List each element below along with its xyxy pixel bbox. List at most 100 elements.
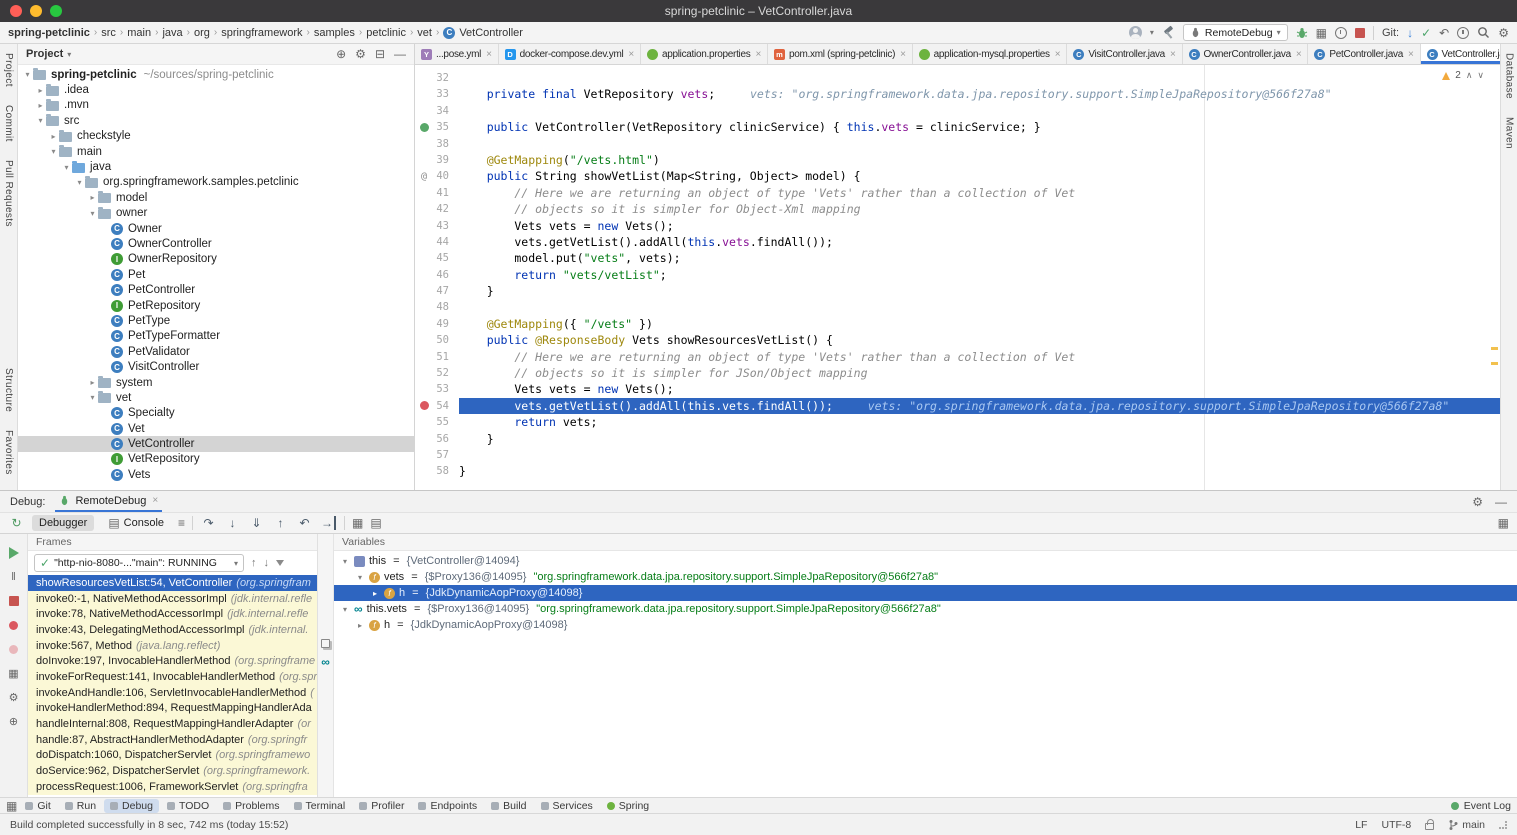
settings-icon[interactable]: ⚙ xyxy=(1498,27,1509,39)
editor-line[interactable]: 52 // objects so it is simpler for JSon/… xyxy=(415,365,1500,381)
project-view-dropdown-icon[interactable]: ▾ xyxy=(67,50,71,59)
debugger-settings-icon[interactable]: ⚙ xyxy=(7,690,21,704)
status-message[interactable]: Build completed successfully in 8 sec, 7… xyxy=(10,819,288,831)
frame-row[interactable]: invoke:567, Method(java.lang.reflect) xyxy=(28,638,317,654)
frame-row[interactable]: invoke:78, NativeMethodAccessorImpl(jdk.… xyxy=(28,606,317,622)
run-configuration-select[interactable]: RemoteDebug ▾ xyxy=(1183,24,1288,41)
stripe-button-pull-requests[interactable]: Pull Requests xyxy=(3,160,14,227)
editor-line[interactable]: 58} xyxy=(415,463,1500,479)
close-icon[interactable]: × xyxy=(1296,49,1302,60)
editor-line[interactable]: 45 model.put("vets", vets); xyxy=(415,250,1500,266)
editor-gutter[interactable]: 54 xyxy=(415,398,459,414)
frame-row[interactable]: invokeHandlerMethod:894, RequestMappingH… xyxy=(28,701,317,717)
coverage-icon[interactable]: ▦ xyxy=(1316,27,1327,39)
mapping-gutter-icon[interactable]: @ xyxy=(421,169,427,185)
editor-gutter[interactable]: 42 xyxy=(415,201,459,217)
breakpoint-icon[interactable] xyxy=(420,401,429,410)
editor-line[interactable]: 57 xyxy=(415,447,1500,463)
profiler-icon[interactable] xyxy=(1335,27,1347,39)
dump-threads-icon[interactable]: ▤ xyxy=(370,517,381,529)
tab-console[interactable]: ▤ Console xyxy=(101,515,171,531)
editor-gutter[interactable]: 39 xyxy=(415,152,459,168)
project-tree-row[interactable]: ▸.idea xyxy=(18,82,414,97)
layout-settings-icon[interactable]: ▦ xyxy=(1498,517,1509,529)
project-tree-row[interactable]: IVetRepository xyxy=(18,452,414,467)
project-tree-row[interactable]: CVisitController xyxy=(18,359,414,374)
debug-session-tab[interactable]: RemoteDebug × xyxy=(55,491,162,512)
resume-program-icon[interactable] xyxy=(7,546,21,560)
project-tree-row[interactable]: CPet xyxy=(18,267,414,282)
project-tree-row[interactable]: ▾src xyxy=(18,113,414,128)
layout-options-icon[interactable]: ≡ xyxy=(178,517,185,529)
avatar-dropdown-icon[interactable]: ▾ xyxy=(1150,28,1154,37)
toolwindow-button-todo[interactable]: TODO xyxy=(161,799,215,813)
breadcrumb-item[interactable]: petclinic xyxy=(366,27,406,39)
project-tree-row[interactable]: ▸checkstyle xyxy=(18,129,414,144)
toolwindow-button-debug[interactable]: Debug xyxy=(104,799,159,813)
stripe-button-favorites[interactable]: Favorites xyxy=(3,430,14,475)
editor-gutter[interactable]: 44 xyxy=(415,234,459,250)
frame-row[interactable]: invokeAndHandle:106, ServletInvocableHan… xyxy=(28,685,317,701)
collapse-all-icon[interactable]: ⊟ xyxy=(375,48,385,60)
project-tree-row[interactable]: CSpecialty xyxy=(18,406,414,421)
editor-line[interactable]: 51 // Here we are returning an object of… xyxy=(415,349,1500,365)
breadcrumb-item[interactable]: vet xyxy=(417,27,432,39)
project-tree-row[interactable]: IOwnerRepository xyxy=(18,252,414,267)
editor-gutter[interactable]: 32 xyxy=(415,70,459,86)
tree-toggle-icon[interactable]: ▸ xyxy=(87,193,98,202)
event-log-button[interactable]: Event Log xyxy=(1464,800,1511,812)
rerun-program-icon[interactable]: ↻ xyxy=(8,516,25,530)
git-commit-icon[interactable]: ✓ xyxy=(1421,26,1431,40)
project-tree-row[interactable]: CVet xyxy=(18,421,414,436)
editor-gutter[interactable]: 33 xyxy=(415,86,459,102)
breadcrumb-item[interactable]: samples xyxy=(314,27,355,39)
editor-gutter[interactable]: 43 xyxy=(415,218,459,234)
toolwindow-button-spring[interactable]: Spring xyxy=(601,799,655,813)
project-tree-row[interactable]: CVetController xyxy=(18,436,414,451)
editor-gutter[interactable]: 35 xyxy=(415,119,459,135)
editor-line[interactable]: 55 return vets; xyxy=(415,414,1500,430)
build-project-icon[interactable] xyxy=(1162,26,1175,39)
inspections-widget[interactable]: 2 ∧ ∨ xyxy=(1442,70,1484,81)
resize-grip-icon[interactable] xyxy=(1499,821,1507,829)
restore-layout-icon[interactable]: ▦ xyxy=(7,666,21,680)
editor-line[interactable]: 38 xyxy=(415,136,1500,152)
editor-line[interactable]: 54 vets.getVetList().addAll(this.vets.fi… xyxy=(415,398,1500,414)
project-settings-icon[interactable]: ⚙ xyxy=(355,48,366,60)
copy-stack-icon[interactable] xyxy=(321,639,330,648)
project-tree-row[interactable]: CVets xyxy=(18,467,414,482)
editor-body[interactable]: 3233 private final VetRepository vets; v… xyxy=(415,65,1500,490)
tree-toggle-icon[interactable]: ▾ xyxy=(22,70,33,79)
toolwindow-button-services[interactable]: Services xyxy=(535,799,599,813)
read-only-lock-icon[interactable] xyxy=(1425,823,1434,830)
frame-row[interactable]: handleInternal:808, RequestMappingHandle… xyxy=(28,716,317,732)
history-icon[interactable] xyxy=(1457,27,1469,39)
close-icon[interactable]: × xyxy=(1170,49,1176,60)
editor-gutter[interactable]: 55 xyxy=(415,414,459,430)
frame-row[interactable]: invoke:43, DelegatingMethodAccessorImpl(… xyxy=(28,622,317,638)
editor-gutter[interactable]: 58 xyxy=(415,463,459,479)
editor-gutter[interactable]: 57 xyxy=(415,447,459,463)
toolwindow-switcher-icon[interactable]: ▦ xyxy=(6,800,17,812)
zoom-window-icon[interactable] xyxy=(50,5,62,17)
editor-gutter[interactable]: @40 xyxy=(415,168,459,184)
variable-row[interactable]: ▾∞this.vets = {$Proxy136@14095} "org.spr… xyxy=(334,601,1517,617)
project-tree-row[interactable]: CPetTypeFormatter xyxy=(18,329,414,344)
editor-line[interactable]: @40 public String showVetList(Map<String… xyxy=(415,168,1500,184)
variable-row[interactable]: ▾this = {VetController@14094} xyxy=(334,553,1517,569)
editor-line[interactable]: 41 // Here we are returning an object of… xyxy=(415,185,1500,201)
toolwindow-button-run[interactable]: Run xyxy=(59,799,102,813)
breadcrumb-item[interactable]: springframework xyxy=(221,27,302,39)
previous-frame-icon[interactable]: ↑ xyxy=(251,557,257,569)
variable-row[interactable]: ▸fh = {JdkDynamicAopProxy@14098} xyxy=(334,585,1517,601)
debug-button-icon[interactable] xyxy=(1296,27,1308,39)
editor-gutter[interactable]: 48 xyxy=(415,299,459,315)
editor-tab[interactable]: Ddocker-compose.dev.yml× xyxy=(499,44,641,64)
line-separator-indicator[interactable]: LF xyxy=(1355,819,1367,831)
editor-gutter[interactable]: 34 xyxy=(415,103,459,119)
stripe-button-structure[interactable]: Structure xyxy=(3,368,14,412)
frame-row[interactable]: doService:962, DispatcherServlet(org.spr… xyxy=(28,763,317,779)
editor-tab[interactable]: Y...pose.yml× xyxy=(415,44,499,64)
project-tree-row[interactable]: ▸system xyxy=(18,375,414,390)
minimize-window-icon[interactable] xyxy=(30,5,42,17)
